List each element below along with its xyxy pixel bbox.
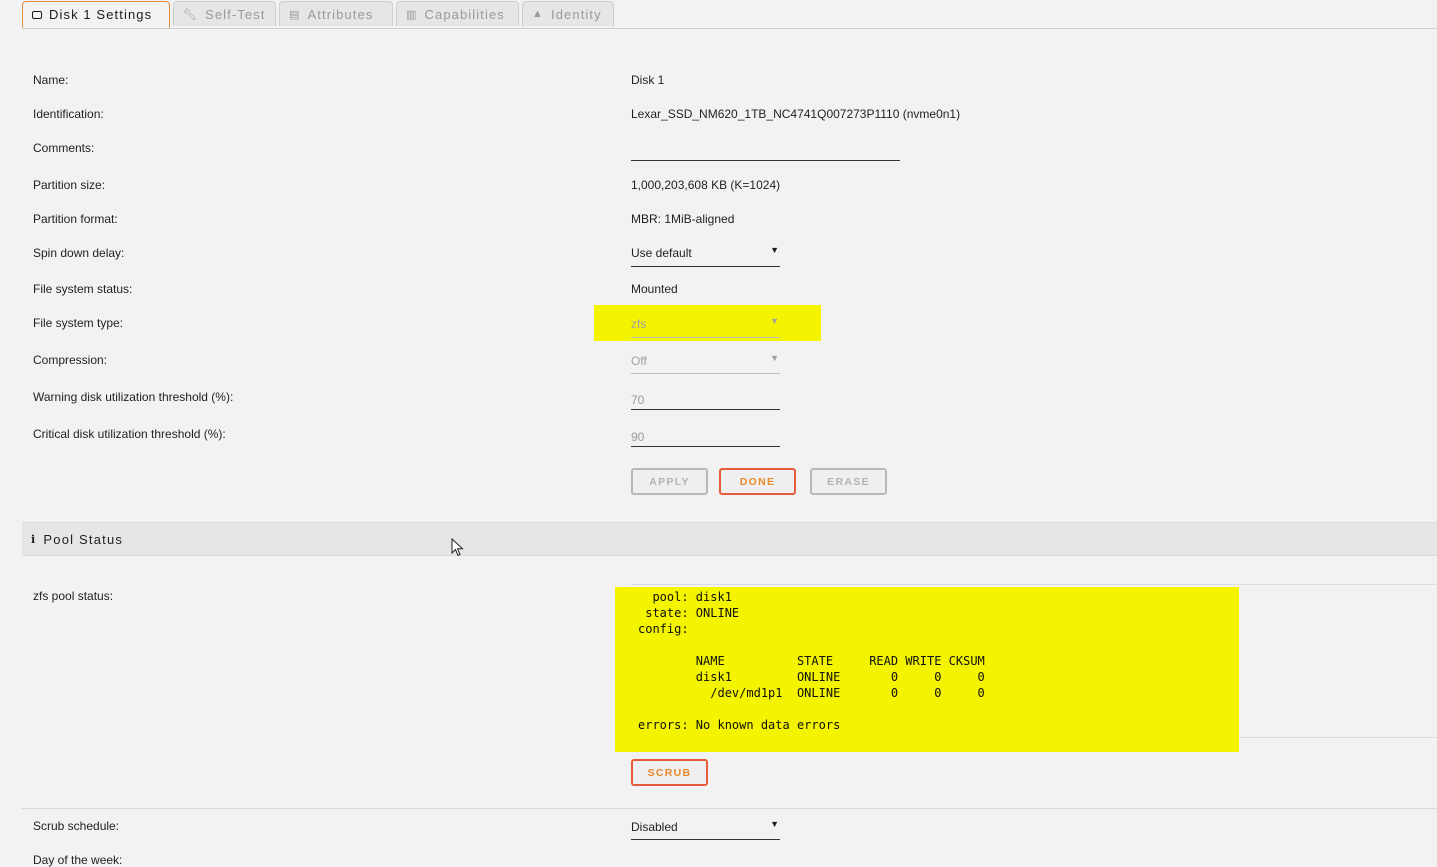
- identification-value: Lexar_SSD_NM620_1TB_NC4741Q007273P1110 (…: [631, 107, 961, 121]
- spin-down-label: Spin down delay:: [33, 246, 125, 260]
- user-icon: ▲: [532, 8, 544, 20]
- done-button[interactable]: DONE: [719, 468, 796, 495]
- tab-label: Identity: [551, 6, 602, 22]
- critical-threshold-label: Critical disk utilization threshold (%):: [33, 427, 226, 441]
- tab-bar: Disk 1 Settings 🔧︎ Self-Test ▤ Attribute…: [22, 0, 1437, 29]
- day-of-week-label: Day of the week:: [33, 853, 123, 867]
- tab-disk-settings[interactable]: Disk 1 Settings: [22, 1, 170, 28]
- fs-type-value: zfs: [631, 317, 647, 331]
- compression-select[interactable]: Off ▼: [631, 353, 780, 374]
- compression-label: Compression:: [33, 353, 108, 367]
- building-icon: ▥: [406, 8, 418, 21]
- dropdown-arrow-icon: ▼: [770, 353, 779, 363]
- tab-capabilities[interactable]: ▥ Capabilities: [396, 1, 519, 26]
- scrub-schedule-select[interactable]: Disabled ▼: [631, 819, 780, 840]
- spin-down-select[interactable]: Use default ▼: [631, 245, 780, 267]
- dropdown-arrow-icon: ▼: [770, 316, 779, 326]
- fs-status-label: File system status:: [33, 282, 133, 296]
- drive-icon: [32, 10, 42, 19]
- zfs-pool-status-text: pool: disk1 state: ONLINE config: NAME S…: [638, 590, 985, 732]
- comments-input[interactable]: [631, 144, 900, 161]
- apply-button[interactable]: APPLY: [631, 468, 708, 495]
- dropdown-arrow-icon: ▼: [770, 819, 779, 829]
- zfs-pool-status-label: zfs pool status:: [33, 589, 114, 603]
- name-label: Name:: [33, 73, 69, 87]
- pool-status-title: Pool Status: [43, 531, 124, 547]
- tab-label: Attributes: [307, 6, 374, 22]
- partition-size-value: 1,000,203,608 KB (K=1024): [631, 178, 781, 192]
- scrub-schedule-value: Disabled: [631, 820, 678, 834]
- tab-label: Capabilities: [424, 6, 505, 22]
- tab-attributes[interactable]: ▤ Attributes: [279, 1, 393, 26]
- wrench-icon: 🔧︎: [183, 8, 199, 21]
- fs-status-value: Mounted: [631, 282, 678, 296]
- mouse-cursor-icon: [451, 538, 464, 557]
- spin-down-value: Use default: [631, 246, 692, 260]
- critical-threshold-input[interactable]: [631, 427, 780, 447]
- scrub-button[interactable]: SCRUB: [631, 759, 708, 786]
- comments-label: Comments:: [33, 141, 95, 155]
- zfs-pool-status-box: pool: disk1 state: ONLINE config: NAME S…: [615, 587, 1239, 752]
- partition-format-label: Partition format:: [33, 212, 118, 226]
- partition-size-label: Partition size:: [33, 178, 106, 192]
- pool-status-bottom-border: [1239, 737, 1437, 738]
- tab-label: Self-Test: [205, 6, 266, 22]
- id-card-icon: ▤: [289, 8, 301, 21]
- info-icon: i: [31, 532, 37, 546]
- dropdown-arrow-icon: ▼: [770, 245, 779, 255]
- warning-threshold-label: Warning disk utilization threshold (%):: [33, 390, 234, 404]
- identification-label: Identification:: [33, 107, 104, 121]
- fs-type-select[interactable]: zfs ▼: [631, 316, 780, 338]
- compression-value: Off: [631, 354, 647, 368]
- fs-type-label: File system type:: [33, 316, 124, 330]
- scrub-schedule-label: Scrub schedule:: [33, 819, 120, 833]
- tab-identity[interactable]: ▲ Identity: [522, 1, 614, 26]
- tab-self-test[interactable]: 🔧︎ Self-Test: [173, 1, 276, 26]
- section-divider: [22, 808, 1437, 809]
- erase-button[interactable]: ERASE: [810, 468, 887, 495]
- pool-status-header: i Pool Status: [22, 522, 1437, 556]
- warning-threshold-input[interactable]: [631, 390, 780, 410]
- tab-label: Disk 1 Settings: [49, 7, 153, 22]
- pool-status-top-border: [631, 584, 1437, 585]
- partition-format-value: MBR: 1MiB-aligned: [631, 212, 735, 226]
- name-value: Disk 1: [631, 73, 665, 87]
